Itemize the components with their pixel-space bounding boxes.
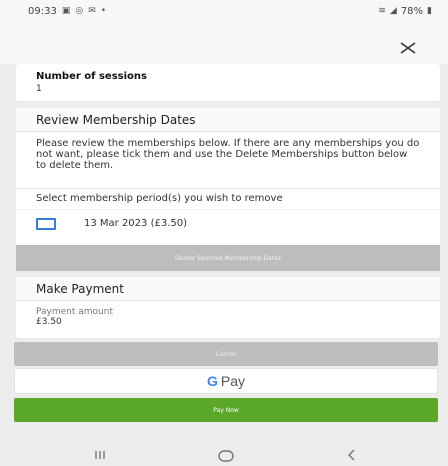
battery-level: 78% (400, 5, 424, 17)
signal-icon: ◢ (389, 6, 397, 16)
mail-icon: ✉ (88, 6, 96, 16)
pay-now-button[interactable]: Pay Now (14, 398, 438, 422)
membership-row[interactable]: 13 Mar 2023 (£3.50) (16, 209, 440, 237)
google-g-icon: G (207, 373, 218, 389)
review-title: Review Membership Dates (16, 108, 440, 132)
cast-icon: ◎ (75, 6, 84, 16)
google-pay-label: Pay (220, 373, 245, 389)
sessions-card: Number of sessions 1 (16, 64, 440, 101)
wifi-icon: ≋ (378, 6, 386, 16)
android-nav-bar (0, 442, 448, 466)
review-card: Review Membership Dates Please review th… (16, 108, 440, 271)
delete-memberships-button[interactable]: Delete Selected Membership Dates (16, 245, 440, 271)
google-g-letter: G (206, 373, 218, 389)
payment-amount-value: £3.50 (36, 317, 62, 327)
battery-icon: ▮ (427, 6, 432, 16)
sessions-value: 1 (36, 84, 42, 94)
close-icon[interactable] (398, 38, 418, 58)
review-description: Please review the memberships below. If … (36, 138, 420, 171)
payment-card: Make Payment Payment amount £3.50 (16, 277, 440, 338)
status-time: 09:33 (28, 5, 57, 17)
back-icon[interactable] (347, 449, 357, 461)
google-pay-button[interactable]: G Pay (14, 368, 438, 394)
membership-date: 13 Mar 2023 (£3.50) (84, 218, 188, 229)
dot-icon: • (100, 6, 107, 16)
status-right: ≋ ◢ 78% ▮ (378, 6, 432, 17)
payment-title: Make Payment (16, 277, 440, 301)
image-icon: ▣ (61, 6, 71, 16)
recents-icon[interactable] (93, 450, 107, 460)
status-left: 09:33 ▣ ◎ ✉ • (28, 6, 106, 17)
sessions-label: Number of sessions (36, 71, 147, 82)
status-bar: 09:33 ▣ ◎ ✉ • ≋ ◢ 78% ▮ (0, 0, 448, 22)
cancel-button[interactable]: Cancel (14, 342, 438, 366)
modal-header (0, 22, 448, 64)
membership-checkbox[interactable] (36, 217, 56, 230)
select-label: Select membership period(s) you wish to … (36, 193, 283, 204)
home-icon[interactable] (218, 450, 234, 462)
payment-amount-label: Payment amount (36, 307, 113, 317)
